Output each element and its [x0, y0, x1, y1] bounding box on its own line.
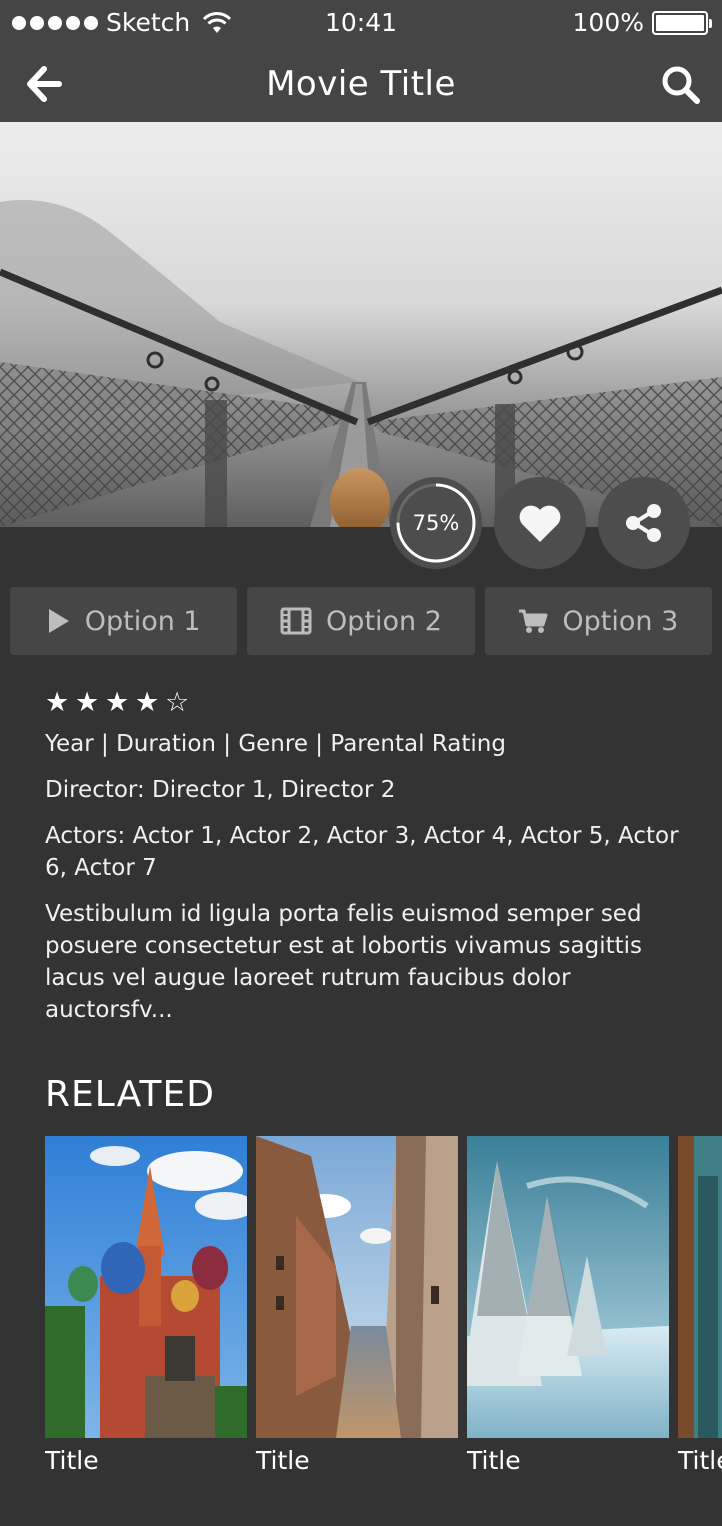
page-title: Movie Title: [266, 64, 456, 104]
option-3-button[interactable]: Option 3: [484, 587, 712, 655]
share-button[interactable]: [598, 477, 690, 569]
related-thumbnail[interactable]: [678, 1136, 722, 1438]
play-icon: [48, 609, 69, 633]
snow-trees-photo: [467, 1136, 669, 1438]
movie-detail-screen: Sketch 10:41 100% Movie Title 75% Option…: [0, 0, 722, 1526]
movie-info: ★ ★ ★ ★ ☆ Year | Duration | Genre | Parental…: [45, 688, 685, 1026]
related-title: Title: [256, 1446, 310, 1475]
option-3-label: Option 3: [562, 605, 679, 637]
related-title: Title: [45, 1446, 99, 1475]
synopsis: Vestibulum id ligula porta felis euismod…: [45, 901, 643, 1023]
hero-image: [0, 122, 722, 527]
battery-percent: 100%: [572, 8, 644, 37]
option-2-button[interactable]: Option 2: [247, 587, 475, 655]
related-card[interactable]: Title: [256, 1136, 458, 1486]
score-value: 75%: [412, 511, 460, 535]
favorite-button[interactable]: [494, 477, 586, 569]
search-icon[interactable]: [660, 64, 702, 106]
cart-icon: [519, 609, 548, 633]
actors-line: Actors: Actor 1, Actor 2, Actor 3, Actor…: [45, 823, 679, 881]
related-heading: RELATED: [45, 1074, 215, 1115]
forest-photo: [678, 1136, 722, 1438]
related-title: Title: [678, 1446, 722, 1475]
battery-icon: [652, 10, 712, 35]
related-card[interactable]: Title: [45, 1136, 247, 1486]
option-1-button[interactable]: Option 1: [10, 587, 238, 655]
related-thumbnail[interactable]: [256, 1136, 458, 1438]
option-buttons: Option 1 Option 2 Option 3: [10, 587, 712, 655]
option-2-label: Option 2: [326, 605, 442, 637]
film-icon: [280, 607, 312, 635]
related-title: Title: [467, 1446, 521, 1475]
related-thumbnail[interactable]: [45, 1136, 247, 1438]
star-filled-icon: ★: [105, 687, 130, 718]
star-empty-icon: ☆: [165, 687, 190, 718]
star-filled-icon: ★: [45, 687, 70, 718]
star-filled-icon: ★: [75, 687, 100, 718]
heart-icon: [519, 505, 561, 542]
canal-photo: [256, 1136, 458, 1438]
status-bar: Sketch 10:41 100%: [0, 0, 722, 48]
navigation-bar: Movie Title: [0, 48, 722, 122]
related-carousel[interactable]: Title Title Title Titl: [45, 1136, 722, 1486]
option-1-label: Option 1: [84, 605, 201, 637]
related-card[interactable]: Title: [467, 1136, 669, 1486]
share-icon: [626, 504, 661, 542]
status-right: 100%: [572, 8, 712, 37]
movie-meta: Year | Duration | Genre | Parental Ratin…: [45, 731, 506, 757]
bridge-illustration: [0, 122, 722, 527]
cathedral-photo: [45, 1136, 247, 1438]
director-line: Director: Director 1, Director 2: [45, 777, 396, 803]
related-card[interactable]: Title: [678, 1136, 722, 1486]
related-thumbnail[interactable]: [467, 1136, 669, 1438]
score-badge: 75%: [390, 477, 482, 569]
star-filled-icon: ★: [135, 687, 160, 718]
star-rating: ★ ★ ★ ★ ☆: [45, 688, 685, 718]
